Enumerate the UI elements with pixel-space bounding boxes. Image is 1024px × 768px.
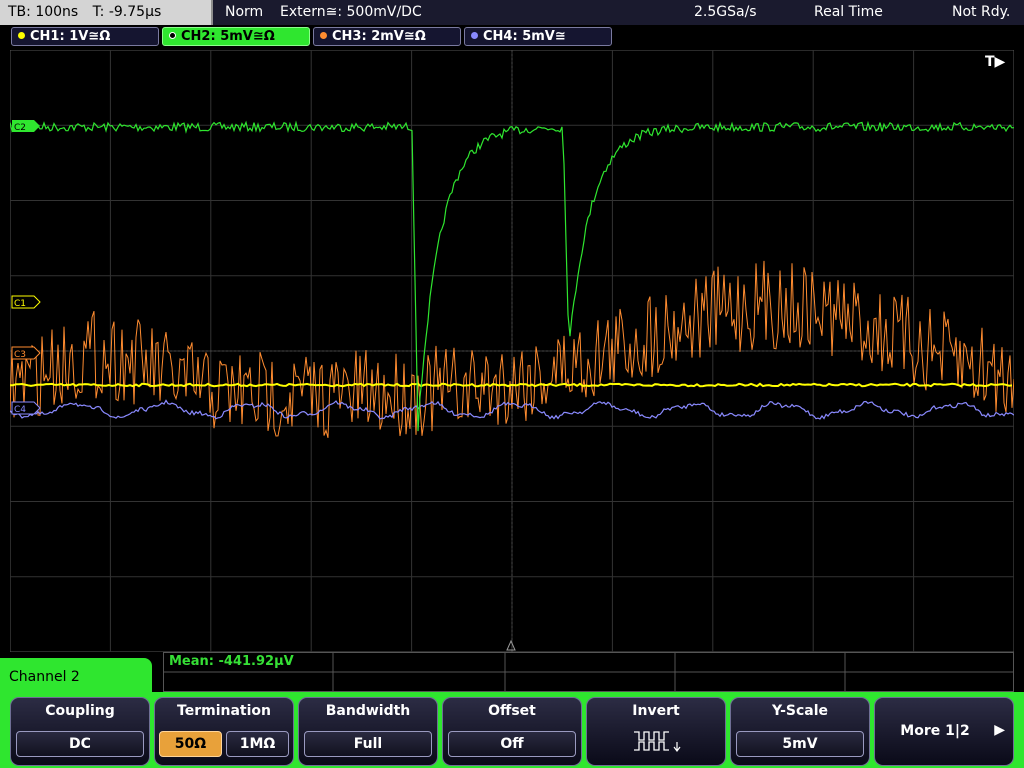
more-softkey[interactable]: More 1|2 ▶ [874,697,1014,766]
invert-title: Invert [632,703,680,719]
offset-value: Off [448,731,576,757]
invert-waveform-icon [634,731,681,752]
trigger-mode[interactable]: Norm [225,0,263,25]
ch1-marker-text: C1 [14,299,26,309]
sample-rate: 2.5GSa/s [694,4,757,20]
termination-option-50ohm[interactable]: 50Ω [159,731,222,757]
ch2-marker-text: C2 [14,123,26,133]
measurement-strip: Mean: -441.92µV [163,652,1014,692]
termination-softkey[interactable]: Termination 50Ω 1MΩ [154,697,294,766]
status-bar: TB: 100ns T: -9.75µs Norm Extern≅: 500mV… [0,0,1024,25]
coupling-value: DC [16,731,144,757]
ch3-label: CH3: 2mV≅Ω [332,29,426,44]
ch4-label: CH4: 5mV≅ [483,29,566,44]
timebase-box[interactable]: TB: 100ns T: -9.75µs [0,0,213,25]
ch2-label: CH2: 5mV≅Ω [181,29,275,44]
termination-option-1mohm[interactable]: 1MΩ [226,731,289,757]
bandwidth-softkey[interactable]: Bandwidth Full [298,697,438,766]
tab-ch4[interactable]: CH4: 5mV≅ [464,27,612,46]
menu-title: Channel 2 [0,658,152,694]
ch3-marker-text: C3 [14,350,26,360]
coupling-softkey[interactable]: Coupling DC [10,697,150,766]
coupling-title: Coupling [45,703,115,719]
trigger-position-marker[interactable]: T▶ [985,54,1006,70]
offset-softkey[interactable]: Offset Off [442,697,582,766]
ch4-color-dot-icon [471,32,478,39]
bandwidth-title: Bandwidth [325,703,411,719]
tab-ch3[interactable]: CH3: 2mV≅Ω [313,27,461,46]
ch3-color-dot-icon [320,32,327,39]
ch2-color-dot-icon [169,32,176,39]
yscale-value: 5mV [736,731,864,757]
tab-ch2[interactable]: CH2: 5mV≅Ω [162,27,310,46]
timebase-value: TB: 100ns [8,4,79,20]
yscale-softkey[interactable]: Y-Scale 5mV [730,697,870,766]
tab-ch1[interactable]: CH1: 1V≅Ω [11,27,159,46]
invert-softkey[interactable]: Invert [586,697,726,766]
ch1-label: CH1: 1V≅Ω [30,29,111,44]
acquisition-mode[interactable]: Real Time [814,0,883,25]
next-page-arrow-icon: ▶ [994,722,1005,738]
channel-tabs: CH1: 1V≅Ω CH2: 5mV≅Ω CH3: 2mV≅Ω CH4: 5mV… [0,26,1024,48]
ch1-color-dot-icon [18,32,25,39]
mean-measurement[interactable]: Mean: -441.92µV [169,654,294,669]
offset-title: Offset [488,703,536,719]
ch4-marker-text: C4 [14,405,26,415]
yscale-title: Y-Scale [771,703,828,719]
trigger-source[interactable]: Extern≅: 500mV∕DC [280,0,422,25]
termination-title: Termination [177,703,271,719]
trigger-time-value: T: -9.75µs [92,4,162,20]
more-label: More 1|2 [900,723,970,739]
waveform-display[interactable]: C2 C1 C3 C4 T▶ [10,50,1014,652]
run-state: Not Rdy. [952,4,1011,20]
bandwidth-value: Full [304,731,432,757]
